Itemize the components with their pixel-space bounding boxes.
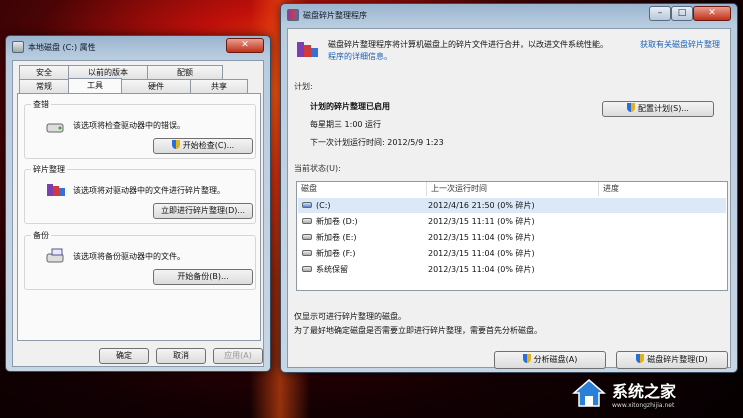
backup-icon (46, 248, 64, 263)
disk-icon (302, 250, 312, 256)
start-check-button[interactable]: 开始检查(C)... (153, 138, 253, 154)
defrag-close-button[interactable]: ✕ (693, 6, 731, 21)
watermark-logo: 系统之家 www.xitongzhijia.net (572, 372, 740, 414)
current-status-label: 当前状态(U): (294, 164, 341, 173)
defrag-title: 磁盘碎片整理程序 (303, 10, 367, 20)
ok-button[interactable]: 确定 (99, 348, 149, 364)
schedule-when: 每星期三 1:00 运行 (310, 120, 382, 129)
start-backup-button[interactable]: 开始备份(B)... (153, 269, 253, 285)
error-check-title: 查错 (31, 99, 51, 110)
disk-last-run: 2012/3/15 11:04 (0% 碎片) (428, 249, 535, 258)
defrag-now-button[interactable]: 立即进行碎片整理(D)... (153, 203, 253, 219)
col-disk[interactable]: 磁盘 (297, 182, 427, 196)
defrag-window: 磁盘碎片整理程序 – □ ✕ 磁盘碎片整理程序将计算机磁盘上的碎片文件进行合并，… (280, 3, 738, 373)
analyze-disk-button[interactable]: 分析磁盘(A) (494, 351, 606, 369)
error-check-desc: 该选项将检查驱动器中的错误。 (73, 121, 185, 130)
disk-last-run: 2012/3/15 11:11 (0% 碎片) (428, 217, 535, 226)
disk-icon (302, 218, 312, 224)
tools-panel: 查错 该选项将检查驱动器中的错误。 开始检查(C)... 碎片整理 该选项将对驱… (17, 93, 261, 341)
tab-security[interactable]: 安全 (19, 65, 69, 79)
defrag-group: 碎片整理 该选项将对驱动器中的文件进行碎片整理。 立即进行碎片整理(D)... (24, 164, 256, 224)
minimize-button[interactable]: – (649, 6, 671, 21)
disk-last-run: 2012/4/16 21:50 (0% 碎片) (428, 201, 535, 210)
disk-list[interactable]: 磁盘 上一次运行时间 进度 (C:) 2012/4/16 21:50 (0% 碎片… (296, 181, 728, 291)
col-progress[interactable]: 进度 (599, 182, 728, 196)
schedule-status: 计划的碎片整理已启用 (310, 102, 390, 111)
defrag-app-icon (287, 9, 299, 21)
error-check-icon (46, 123, 64, 133)
disk-last-run: 2012/3/15 11:04 (0% 碎片) (428, 265, 535, 274)
properties-window: 本地磁盘 (C:) 属性 ✕ 安全 以前的版本 配额 常规 工具 硬件 共享 查… (5, 35, 271, 372)
defrag-disk-label: 磁盘碎片整理(D) (647, 355, 708, 364)
shield-icon (522, 354, 531, 363)
analyze-disk-label: 分析磁盘(A) (533, 355, 578, 364)
defrag-large-icon (297, 42, 318, 57)
watermark-url: www.xitongzhijia.net (612, 401, 675, 409)
disk-row[interactable]: 新加卷 (F:) 2012/3/15 11:04 (0% 碎片) (298, 246, 726, 261)
disk-name: 新加卷 (D:) (316, 217, 358, 226)
defrag-disk-button[interactable]: 磁盘碎片整理(D) (616, 351, 728, 369)
disk-row[interactable]: 新加卷 (D:) 2012/3/15 11:11 (0% 碎片) (298, 214, 726, 229)
tab-hardware[interactable]: 硬件 (121, 79, 191, 93)
window-controls: ✕ (226, 38, 264, 53)
watermark-text: 系统之家 (612, 381, 677, 401)
tab-row-bottom: 常规 工具 硬件 共享 (19, 78, 248, 94)
tab-previous-versions[interactable]: 以前的版本 (68, 65, 148, 79)
col-last-run[interactable]: 上一次运行时间 (427, 182, 599, 196)
disk-name: (C:) (316, 201, 331, 210)
disk-name: 新加卷 (F:) (316, 249, 356, 258)
house-logo-icon (572, 379, 606, 407)
schedule-next: 下一次计划运行时间: 2012/5/9 1:23 (310, 138, 444, 147)
defrag-group-desc: 该选项将对驱动器中的文件进行碎片整理。 (73, 186, 225, 195)
configure-schedule-button[interactable]: 配置计划(S)... (602, 101, 714, 117)
defrag-group-title: 碎片整理 (31, 164, 67, 175)
shield-icon (171, 140, 180, 149)
backup-group-title: 备份 (31, 230, 51, 241)
disk-row[interactable]: (C:) 2012/4/16 21:50 (0% 碎片) (298, 198, 726, 213)
tab-tools[interactable]: 工具 (68, 78, 122, 93)
close-button[interactable]: ✕ (226, 38, 264, 53)
defrag-intro: 磁盘碎片整理程序将计算机磁盘上的碎片文件进行合并，以改进文件系统性能。 (328, 40, 608, 49)
disk-last-run: 2012/3/15 11:04 (0% 碎片) (428, 233, 535, 242)
tab-sharing[interactable]: 共享 (190, 79, 248, 93)
defrag-icon (47, 184, 65, 196)
apply-button[interactable]: 应用(A) (213, 348, 263, 364)
disk-name: 系统保留 (316, 265, 348, 274)
disk-icon (302, 234, 312, 240)
start-check-label: 开始检查(C)... (182, 141, 235, 150)
configure-schedule-label: 配置计划(S)... (638, 104, 689, 113)
tab-row-top: 安全 以前的版本 配额 (19, 65, 223, 79)
disk-row[interactable]: 新加卷 (E:) 2012/3/15 11:04 (0% 碎片) (298, 230, 726, 245)
disk-icon (302, 266, 312, 272)
cancel-button[interactable]: 取消 (156, 348, 206, 364)
defrag-help-link-2[interactable]: 程序的详细信息。 (328, 51, 392, 62)
disk-row[interactable]: 系统保留 2012/3/15 11:04 (0% 碎片) (298, 262, 726, 277)
disk-icon (302, 202, 312, 208)
defrag-window-controls: – □ ✕ (649, 6, 731, 21)
properties-body: 安全 以前的版本 配额 常规 工具 硬件 共享 查错 该选项将检查驱动器中的错误… (12, 60, 264, 367)
tab-general[interactable]: 常规 (19, 79, 69, 93)
defrag-help-link[interactable]: 获取有关磁盘碎片整理 (640, 39, 720, 50)
maximize-button[interactable]: □ (671, 6, 693, 21)
error-check-group: 查错 该选项将检查驱动器中的错误。 开始检查(C)... (24, 99, 256, 159)
backup-group: 备份 该选项将备份驱动器中的文件。 开始备份(B)... (24, 230, 256, 290)
note-analyze-first: 为了最好地确定磁盘是否需要立即进行碎片整理，需要首先分析磁盘。 (294, 326, 542, 335)
drive-icon (12, 41, 24, 53)
shield-icon (627, 103, 636, 112)
properties-title: 本地磁盘 (C:) 属性 (28, 42, 96, 52)
backup-group-desc: 该选项将备份驱动器中的文件。 (73, 252, 185, 261)
schedule-label: 计划: (294, 82, 313, 91)
tab-quota[interactable]: 配额 (147, 65, 223, 79)
shield-icon (636, 354, 645, 363)
disk-name: 新加卷 (E:) (316, 233, 357, 242)
defrag-body: 磁盘碎片整理程序将计算机磁盘上的碎片文件进行合并，以改进文件系统性能。 获取有关… (287, 28, 731, 369)
note-only-defrag-disks: 仅显示可进行碎片整理的磁盘。 (294, 312, 406, 321)
